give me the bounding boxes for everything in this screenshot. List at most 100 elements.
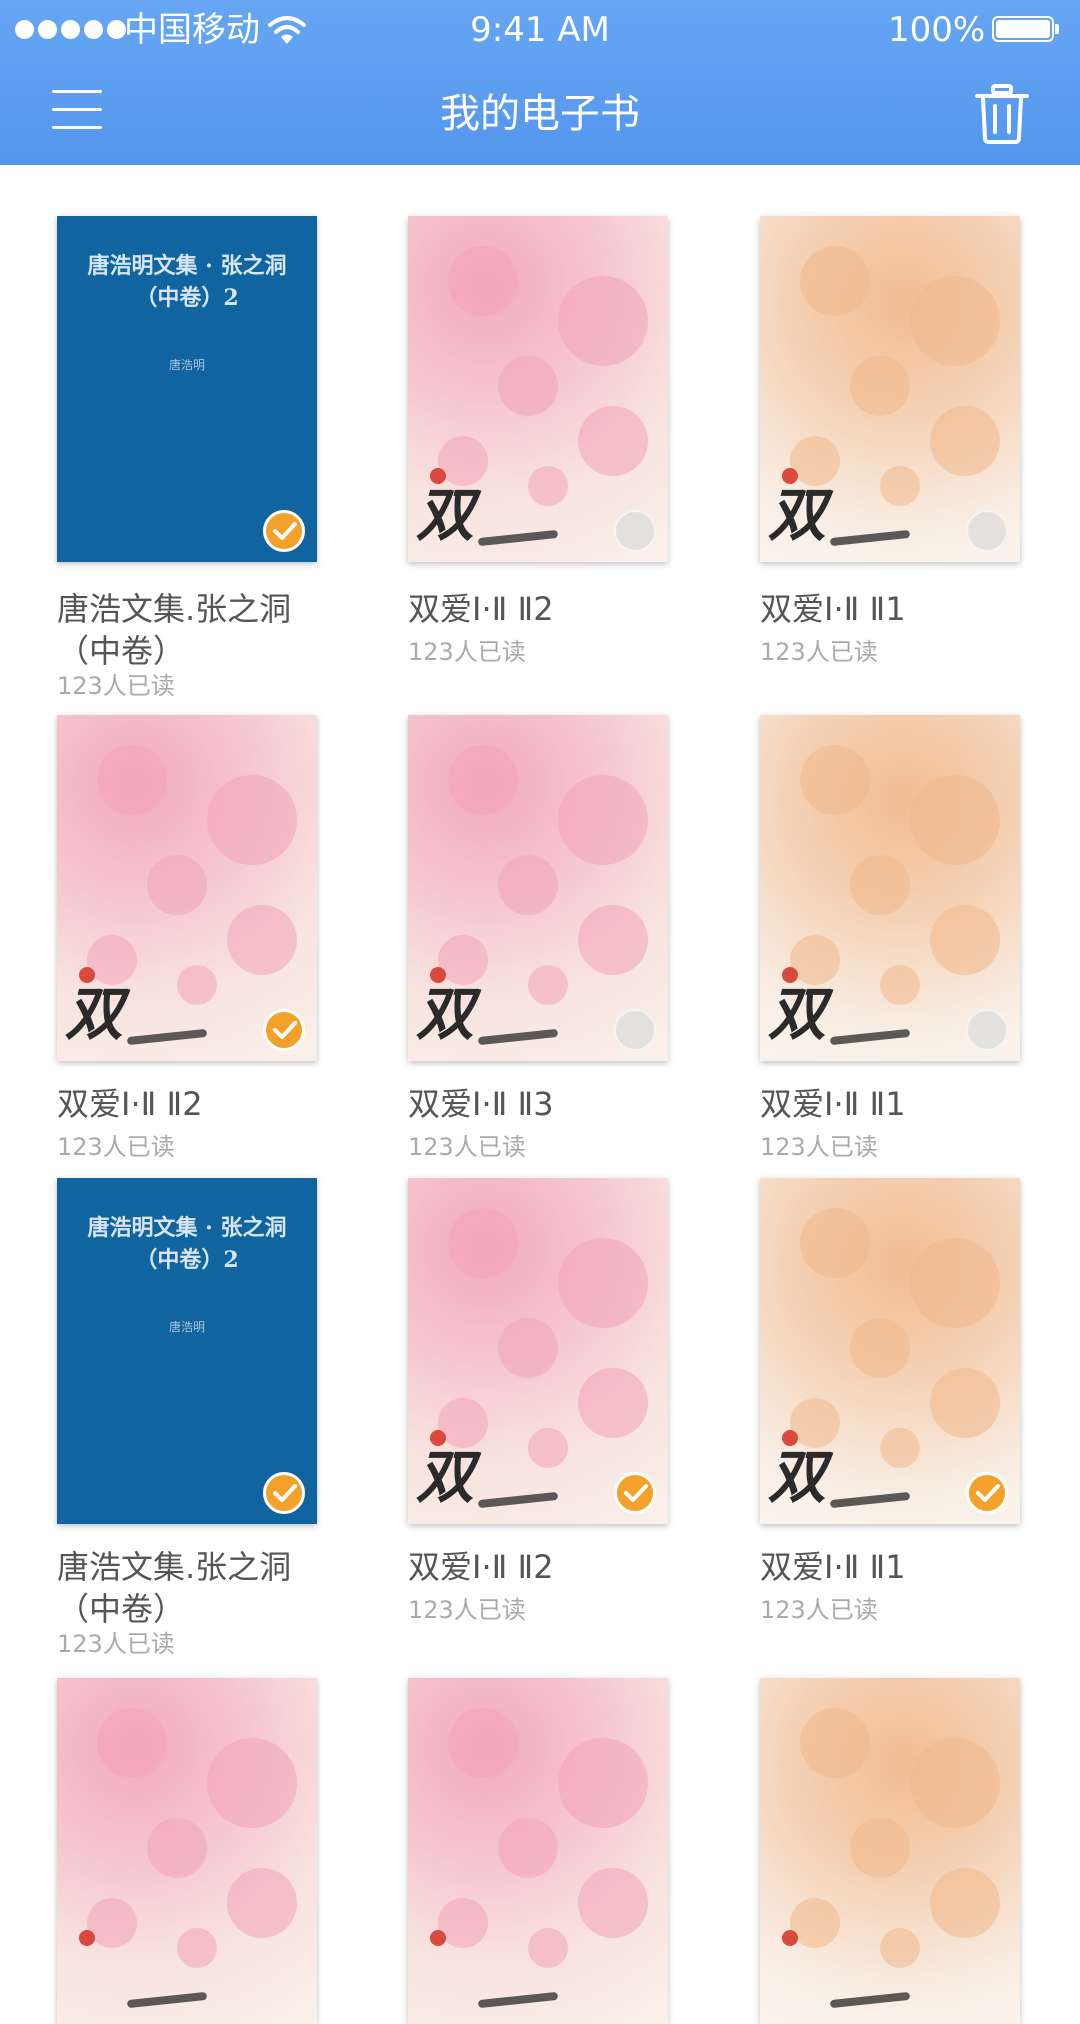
book-title[interactable]: 唐浩文集.张之洞 （中卷） xyxy=(57,588,291,672)
book-cover[interactable] xyxy=(57,1678,317,2024)
cover-petal xyxy=(558,1238,648,1328)
book-title[interactable]: 双爱Ⅰ·Ⅱ Ⅱ1 xyxy=(760,588,906,630)
cover-brush-stroke xyxy=(829,1491,911,1509)
cover-petal xyxy=(448,1208,518,1278)
cover-petal xyxy=(880,965,920,1005)
checked-icon[interactable] xyxy=(263,1009,305,1051)
cover-petal xyxy=(880,466,920,506)
cover-badge xyxy=(782,1930,798,1946)
cover-petal xyxy=(880,1928,920,1968)
cover-brush-stroke xyxy=(126,1028,208,1046)
battery-icon xyxy=(992,16,1054,42)
cover-calligraphy: 双 xyxy=(416,1443,475,1511)
cover-petal xyxy=(177,1928,217,1968)
cover-brush-stroke xyxy=(477,1991,559,2009)
cover-petal xyxy=(910,1738,1000,1828)
book-cover[interactable]: 双 xyxy=(408,1178,668,1524)
cover-petal xyxy=(528,1428,568,1468)
book-cover[interactable]: 双 xyxy=(760,1178,1020,1524)
read-count: 123人已读 xyxy=(760,1133,878,1161)
book-cover[interactable] xyxy=(760,1678,1020,2024)
read-count: 123人已读 xyxy=(408,1596,526,1624)
book-cover[interactable]: 双 xyxy=(408,715,668,1061)
book-cover[interactable]: 双 xyxy=(57,715,317,1061)
cover-petal xyxy=(880,1428,920,1468)
cover-petal xyxy=(800,1208,870,1278)
top-bar: 中国移动 9:41 AM 100% 我的电子书 xyxy=(0,0,1080,165)
unchecked-icon[interactable] xyxy=(614,510,656,552)
cover-petal xyxy=(448,745,518,815)
cover-petal xyxy=(227,905,297,975)
unchecked-icon[interactable] xyxy=(966,1009,1008,1051)
cover-petal xyxy=(498,855,558,915)
cover-calligraphy: 双 xyxy=(416,481,475,549)
book-cover[interactable] xyxy=(408,1678,668,2024)
cover-petal xyxy=(227,1868,297,1938)
checked-icon[interactable] xyxy=(263,510,305,552)
book-cover[interactable]: 双 xyxy=(760,216,1020,562)
book-title[interactable]: 双爱Ⅰ·Ⅱ Ⅱ2 xyxy=(57,1083,203,1125)
unchecked-icon[interactable] xyxy=(966,510,1008,552)
cover-petal xyxy=(850,1318,910,1378)
cover-brush-stroke xyxy=(477,1491,559,1509)
cover-petal xyxy=(578,406,648,476)
cover-petal xyxy=(800,246,870,316)
cover-petal xyxy=(930,1368,1000,1438)
cover-petal xyxy=(207,775,297,865)
cover-petal xyxy=(448,1708,518,1778)
cover-petal xyxy=(558,1738,648,1828)
cover-title: 唐浩明文集 · 张之洞 （中卷）2 xyxy=(87,1215,287,1273)
cover-brush-stroke xyxy=(477,1028,559,1046)
read-count: 123人已读 xyxy=(760,1596,878,1624)
book-cover[interactable]: 唐浩明文集 · 张之洞 （中卷）2 唐浩明 xyxy=(57,1178,317,1524)
checked-icon[interactable] xyxy=(614,1472,656,1514)
cover-petal xyxy=(528,965,568,1005)
read-count: 123人已读 xyxy=(408,638,526,666)
cover-petal xyxy=(800,745,870,815)
cover-petal xyxy=(528,466,568,506)
cover-calligraphy: 双 xyxy=(768,1443,827,1511)
read-count: 123人已读 xyxy=(57,1630,175,1658)
cover-petal xyxy=(930,905,1000,975)
cover-petal xyxy=(147,1818,207,1878)
checked-icon[interactable] xyxy=(263,1472,305,1514)
cover-calligraphy: 双 xyxy=(65,980,124,1048)
checked-icon[interactable] xyxy=(966,1472,1008,1514)
battery-percentage: 100% xyxy=(888,10,986,50)
book-cover[interactable]: 唐浩明文集 · 张之洞 （中卷）2 唐浩明 xyxy=(57,216,317,562)
cover-petal xyxy=(207,1738,297,1828)
cover-petal xyxy=(850,855,910,915)
unchecked-icon[interactable] xyxy=(614,1009,656,1051)
cover-petal xyxy=(177,965,217,1005)
cover-petal xyxy=(930,406,1000,476)
cover-petal xyxy=(498,1818,558,1878)
cover-petal xyxy=(97,1708,167,1778)
cover-petal xyxy=(910,276,1000,366)
trash-icon[interactable] xyxy=(975,84,1029,144)
book-title[interactable]: 双爱Ⅰ·Ⅱ Ⅱ3 xyxy=(408,1083,554,1125)
book-title[interactable]: 双爱Ⅰ·Ⅱ Ⅱ2 xyxy=(408,588,554,630)
cover-petal xyxy=(578,905,648,975)
cover-brush-stroke xyxy=(829,1991,911,2009)
cover-author: 唐浩明 xyxy=(168,1320,205,1334)
read-count: 123人已读 xyxy=(760,638,878,666)
battery-tip xyxy=(1055,24,1059,34)
book-cover[interactable]: 双 xyxy=(408,216,668,562)
cover-brush-stroke xyxy=(477,529,559,547)
cover-petal xyxy=(97,745,167,815)
page-title: 我的电子书 xyxy=(440,91,640,137)
book-title[interactable]: 双爱Ⅰ·Ⅱ Ⅱ2 xyxy=(408,1546,554,1588)
cover-petal xyxy=(558,775,648,865)
book-cover[interactable]: 双 xyxy=(760,715,1020,1061)
book-title[interactable]: 双爱Ⅰ·Ⅱ Ⅱ1 xyxy=(760,1546,906,1588)
read-count: 123人已读 xyxy=(57,672,175,700)
cover-petal xyxy=(800,1708,870,1778)
book-title[interactable]: 双爱Ⅰ·Ⅱ Ⅱ1 xyxy=(760,1083,906,1125)
cover-petal xyxy=(578,1868,648,1938)
cover-calligraphy: 双 xyxy=(768,980,827,1048)
status-bar: 中国移动 9:41 AM 100% xyxy=(0,0,1080,60)
cover-petal xyxy=(558,276,648,366)
cover-calligraphy: 双 xyxy=(768,481,827,549)
book-title[interactable]: 唐浩文集.张之洞 （中卷） xyxy=(57,1546,291,1630)
cover-petal xyxy=(910,775,1000,865)
